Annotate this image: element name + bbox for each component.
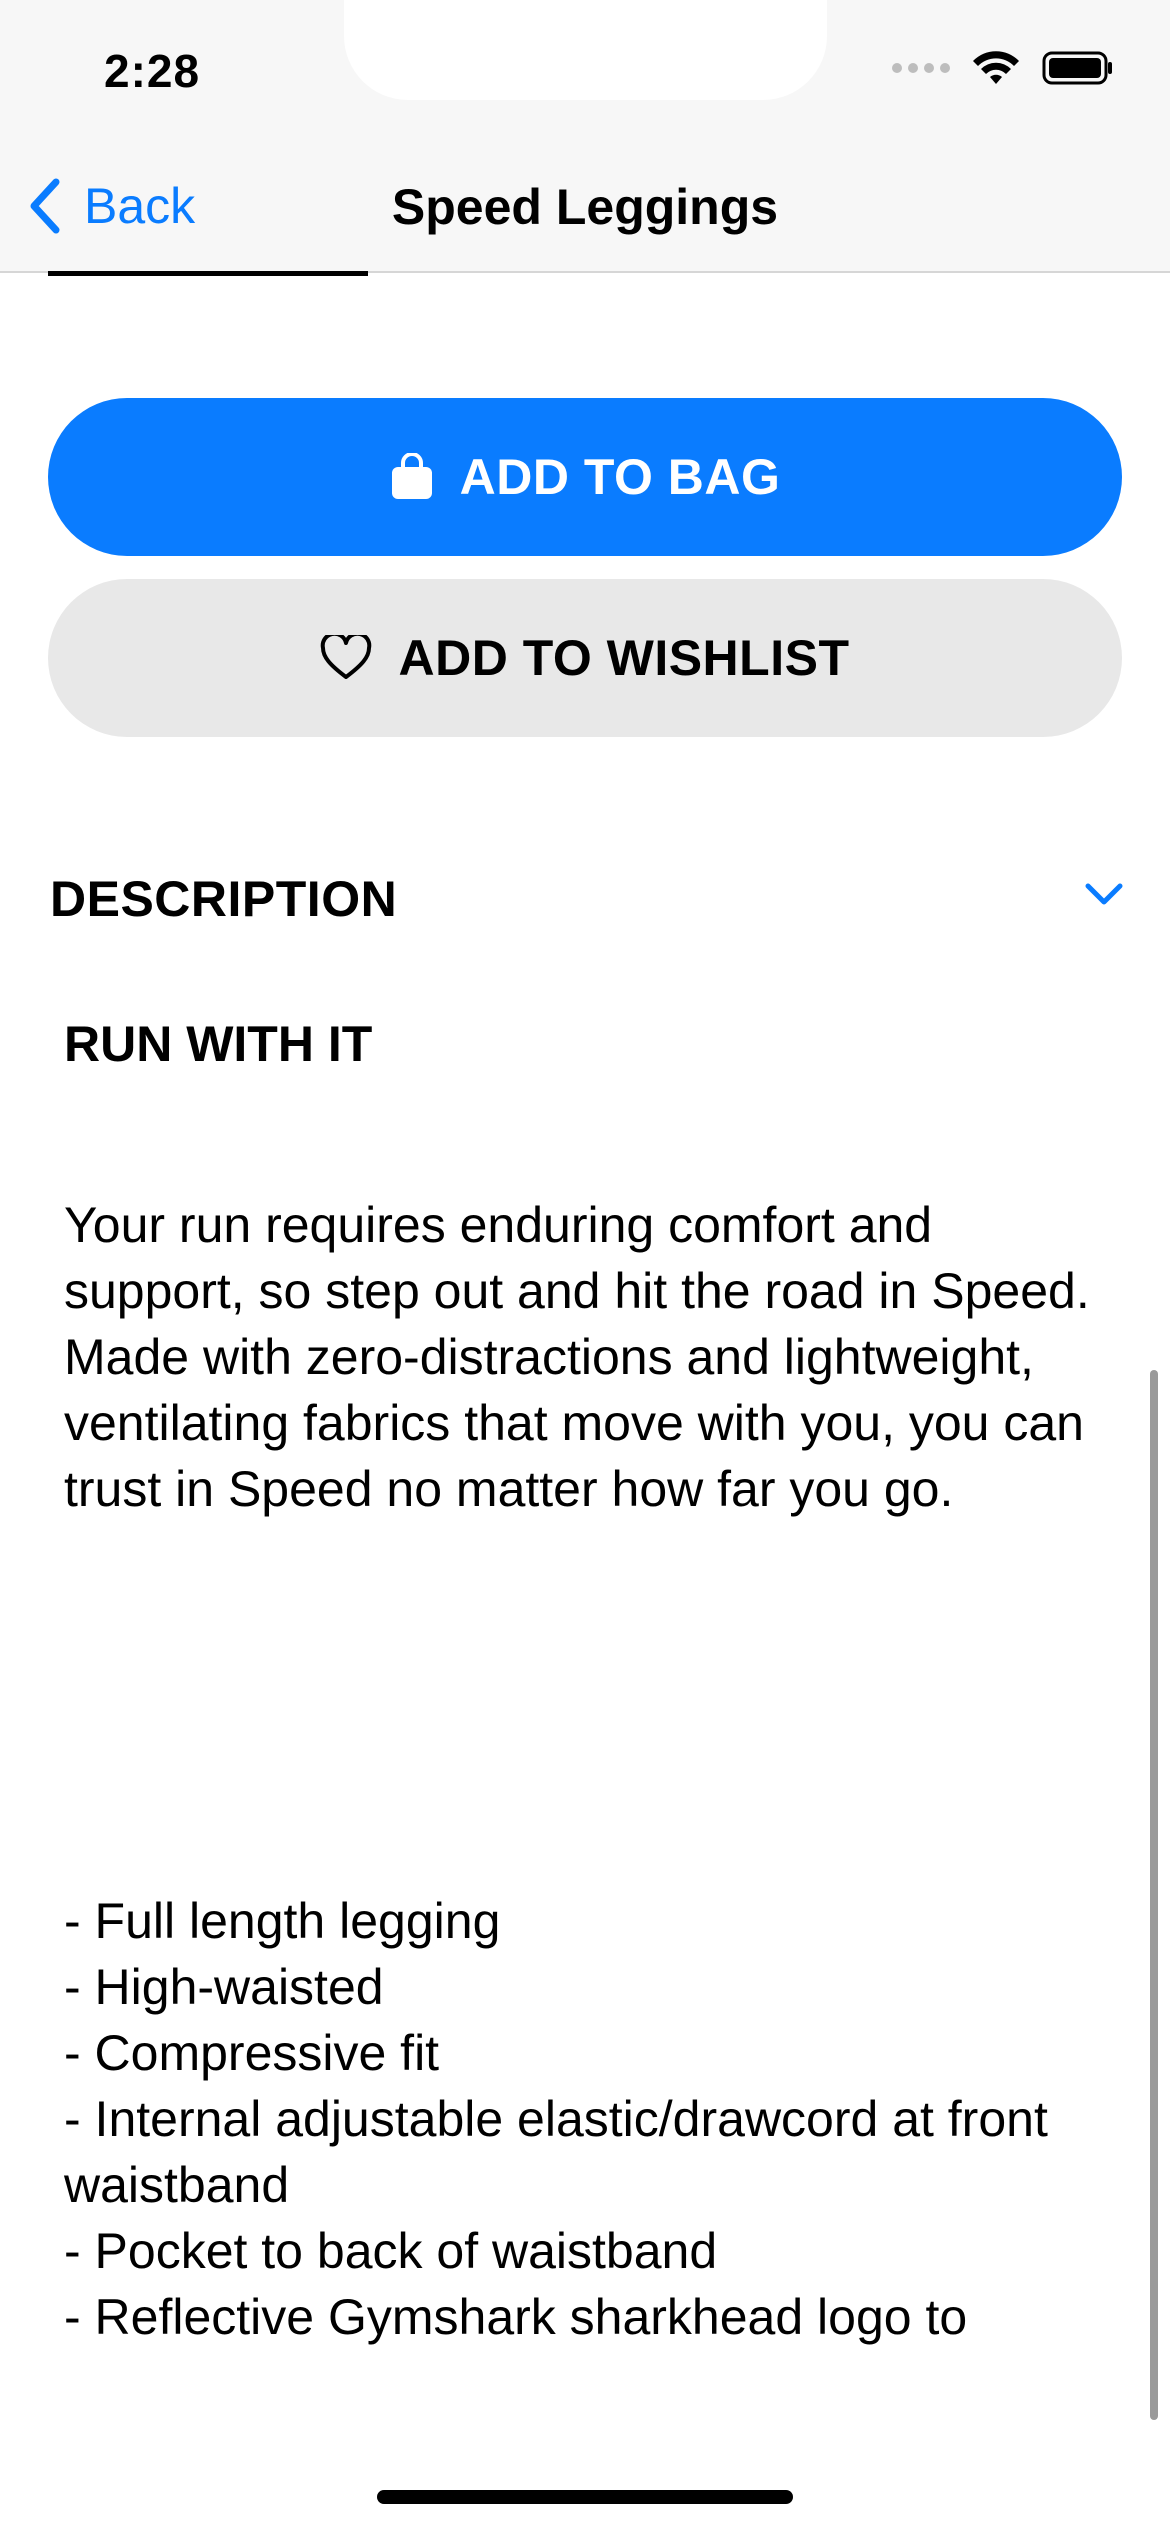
- feature-list: Full length legging High-waisted Compres…: [64, 1888, 1114, 2350]
- feature-item: High-waisted: [64, 1954, 1114, 2020]
- heart-icon: [320, 635, 372, 681]
- feature-item: Reflective Gymshark sharkhead logo to: [64, 2284, 1114, 2350]
- navigation-bar: 2:28 Back Speed Leggings: [0, 0, 1170, 273]
- feature-item: Internal adjustable elastic/drawcord at …: [64, 2086, 1114, 2218]
- product-detail-screen: 2:28 Back Speed Leggings ADD TO BAG ADD …: [0, 0, 1170, 2532]
- scrollbar[interactable]: [1150, 1370, 1158, 2420]
- description-body: Your run requires enduring comfort and s…: [64, 1197, 1090, 1517]
- feature-item: Compressive fit: [64, 2020, 1114, 2086]
- add-to-bag-button[interactable]: ADD TO BAG: [48, 398, 1122, 556]
- home-indicator[interactable]: [377, 2490, 793, 2504]
- shopping-bag-icon: [390, 453, 434, 501]
- battery-icon: [1042, 51, 1112, 85]
- add-to-wishlist-label: ADD TO WISHLIST: [398, 630, 850, 686]
- feature-item: Full length legging: [64, 1888, 1114, 1954]
- add-to-bag-label: ADD TO BAG: [459, 449, 781, 505]
- add-to-wishlist-button[interactable]: ADD TO WISHLIST: [48, 579, 1122, 737]
- wifi-icon: [973, 51, 1019, 84]
- tab-indicator: [48, 271, 368, 276]
- page-title: Speed Leggings: [391, 179, 779, 235]
- feature-item: Pocket to back of waistband: [64, 2218, 1114, 2284]
- status-time: 2:28: [104, 45, 201, 97]
- description-subtitle: RUN WITH IT: [64, 1016, 373, 1072]
- device-notch: [344, 0, 827, 100]
- cellular-signal-icon: [892, 63, 950, 73]
- chevron-down-icon[interactable]: [1084, 880, 1124, 908]
- description-header[interactable]: DESCRIPTION: [50, 870, 397, 928]
- status-icons: [892, 50, 1114, 86]
